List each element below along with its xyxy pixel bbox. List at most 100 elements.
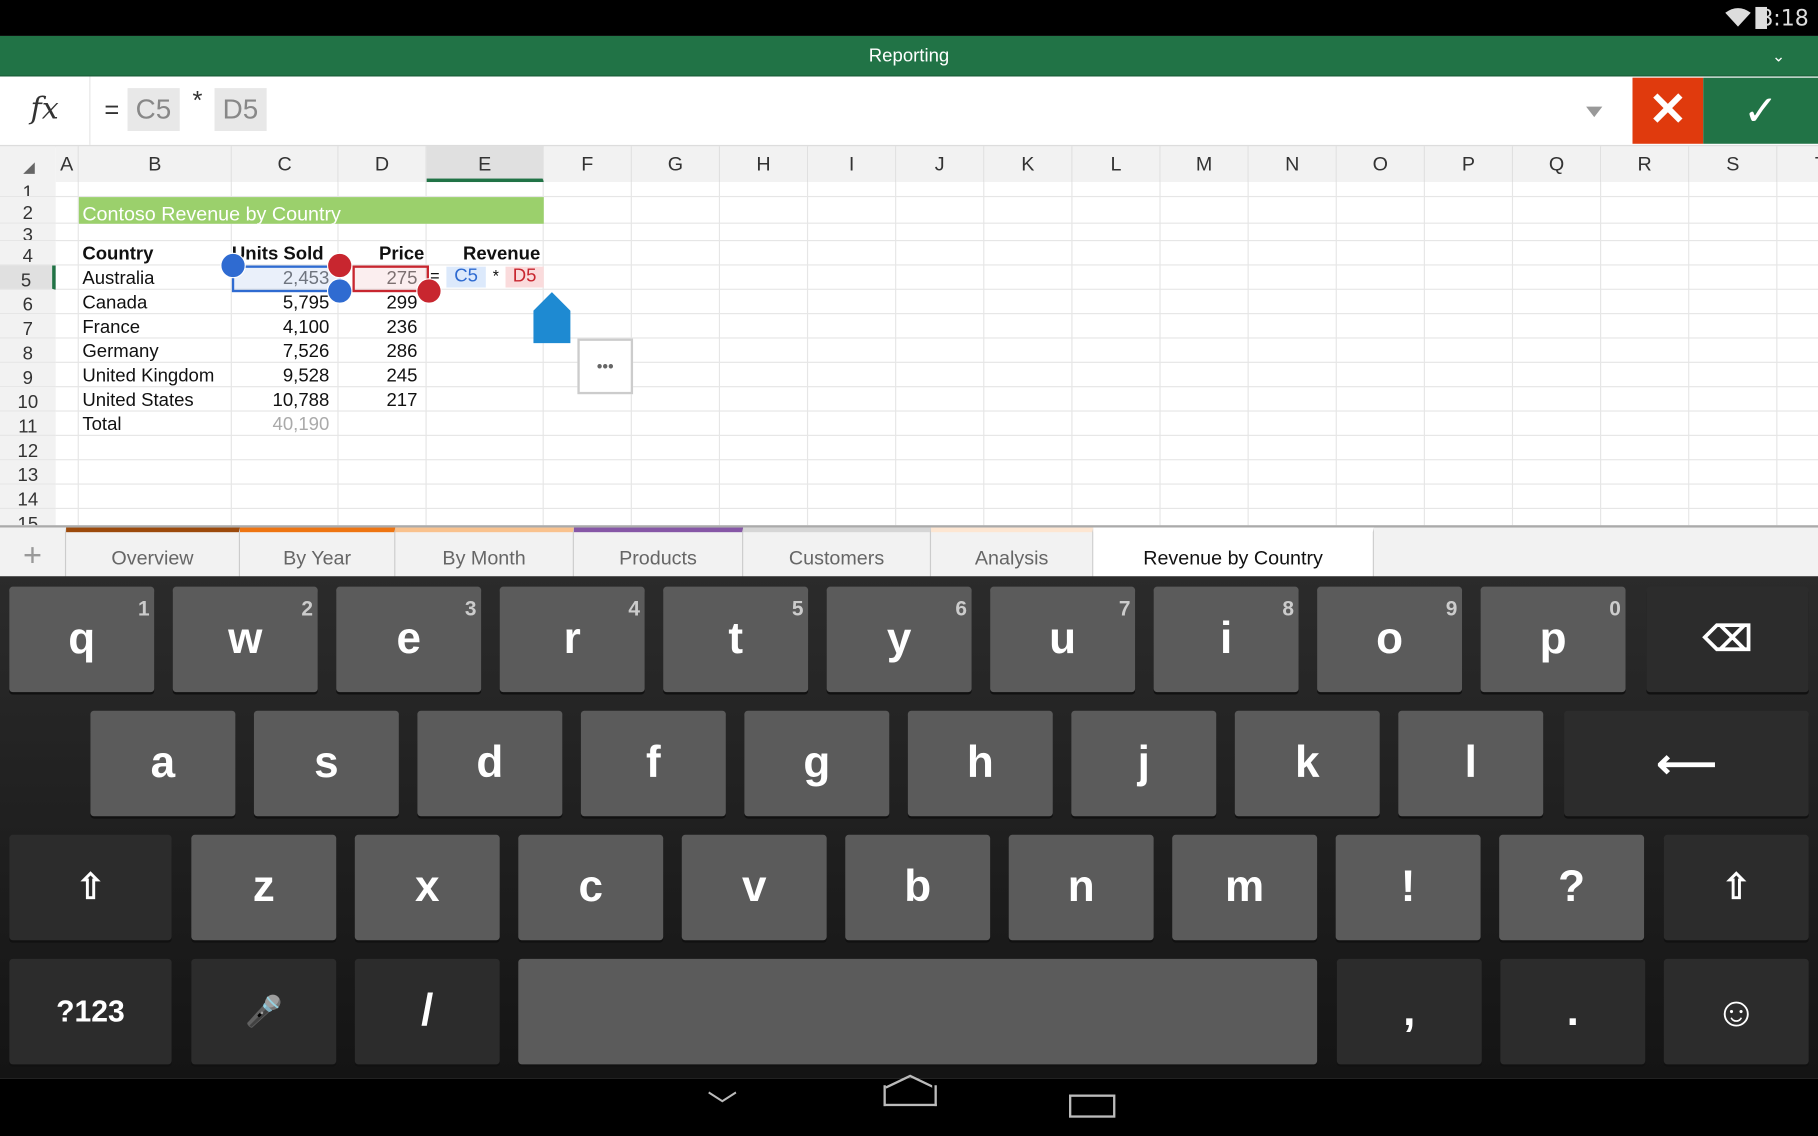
edit-ref-c5[interactable]: C5: [446, 266, 486, 288]
cell-country[interactable]: France: [82, 314, 230, 338]
key-j[interactable]: j: [1071, 710, 1217, 817]
key-r[interactable]: r4: [499, 586, 645, 693]
column-header-d[interactable]: D: [338, 146, 427, 183]
edit-ref-d5[interactable]: D5: [505, 266, 544, 288]
row-header-15[interactable]: 15: [0, 508, 56, 526]
chevron-down-icon[interactable]: ⌄: [1772, 36, 1786, 77]
selection-handle[interactable]: [220, 252, 246, 279]
column-header-k[interactable]: K: [984, 146, 1073, 183]
column-header-i[interactable]: I: [808, 146, 897, 183]
key-y[interactable]: y6: [826, 586, 972, 693]
cell-country[interactable]: Germany: [82, 339, 230, 363]
select-all-corner[interactable]: [0, 146, 56, 183]
column-header-h[interactable]: H: [720, 146, 809, 183]
key-h[interactable]: h: [907, 710, 1053, 817]
key-o[interactable]: o9: [1317, 586, 1463, 693]
cell-units[interactable]: 9,528: [232, 363, 329, 387]
column-header-m[interactable]: M: [1160, 146, 1249, 183]
key-a[interactable]: a: [90, 710, 236, 817]
row-header-14[interactable]: 14: [0, 484, 56, 509]
cell-units[interactable]: 4,100: [232, 314, 329, 338]
cell-price[interactable]: 286: [339, 339, 417, 363]
function-icon[interactable]: fx: [0, 76, 91, 145]
row-header-10[interactable]: 10: [0, 387, 56, 412]
key-i[interactable]: i8: [1153, 586, 1299, 693]
symbols-key[interactable]: ?123: [9, 958, 172, 1065]
back-icon[interactable]: ﹀: [707, 1083, 737, 1126]
column-header-n[interactable]: N: [1248, 146, 1337, 183]
column-header-o[interactable]: O: [1336, 146, 1425, 183]
column-header-p[interactable]: P: [1424, 146, 1514, 183]
column-header-l[interactable]: L: [1072, 146, 1161, 183]
shift-key-right[interactable]: ⇧: [1663, 834, 1809, 941]
title-bar[interactable]: Reporting ⌄: [0, 35, 1818, 77]
cell-country[interactable]: United Kingdom: [82, 363, 230, 387]
expand-formula-icon[interactable]: [1586, 106, 1603, 118]
key-g[interactable]: g: [744, 710, 890, 817]
row-header-9[interactable]: 9: [0, 362, 56, 388]
more-options-button[interactable]: •••: [577, 338, 634, 395]
key-z[interactable]: z: [191, 834, 337, 941]
text-cursor-handle[interactable]: [533, 292, 571, 344]
cell-country[interactable]: United States: [82, 387, 230, 411]
header-country[interactable]: Country: [82, 241, 230, 265]
key-e[interactable]: e3: [336, 586, 482, 693]
total-units[interactable]: 40,190: [232, 412, 330, 436]
emoji-key[interactable]: ☺: [1663, 958, 1809, 1065]
key-v[interactable]: v: [681, 834, 827, 941]
recents-icon[interactable]: [1069, 1094, 1116, 1118]
header-revenue[interactable]: Revenue: [427, 241, 540, 265]
column-header-r[interactable]: R: [1601, 146, 1690, 183]
column-header-a[interactable]: A: [55, 146, 79, 183]
space-key[interactable]: [518, 958, 1318, 1065]
column-header-q[interactable]: Q: [1513, 146, 1602, 183]
key-exclamation[interactable]: !: [1335, 834, 1481, 941]
add-sheet-button[interactable]: +: [0, 527, 67, 579]
key-t[interactable]: t5: [663, 586, 809, 693]
tab-products[interactable]: Products: [573, 527, 744, 579]
period-key[interactable]: .: [1500, 958, 1646, 1065]
column-header-e[interactable]: E: [426, 146, 544, 183]
row-header-4[interactable]: 4: [0, 241, 56, 266]
slash-key[interactable]: /: [354, 958, 500, 1065]
key-u[interactable]: u7: [990, 586, 1136, 693]
tab-by-year[interactable]: By Year: [240, 527, 396, 579]
column-header-j[interactable]: J: [896, 146, 985, 183]
row-header-7[interactable]: 7: [0, 314, 56, 339]
mic-key[interactable]: 🎤: [191, 958, 337, 1065]
key-k[interactable]: k: [1234, 710, 1380, 817]
header-units[interactable]: Units Sold: [232, 241, 334, 265]
row-header-13[interactable]: 13: [0, 460, 56, 485]
tab-revenue-by-country[interactable]: Revenue by Country: [1093, 527, 1374, 579]
row-header-2[interactable]: 2: [0, 197, 56, 224]
row-header-11[interactable]: 11: [0, 411, 56, 436]
selection-handle[interactable]: [326, 278, 353, 304]
selection-handle[interactable]: [326, 252, 353, 279]
cell-units[interactable]: 7,526: [232, 339, 329, 363]
spreadsheet-grid[interactable]: ABCDEFGHIJKLMNOPQRST12345678910111213141…: [0, 146, 1818, 526]
key-d[interactable]: d: [417, 710, 563, 817]
key-w[interactable]: w2: [172, 586, 318, 693]
cell-country[interactable]: Australia: [82, 266, 230, 290]
formula-ref-c5[interactable]: C5: [127, 88, 180, 132]
key-x[interactable]: x: [354, 834, 500, 941]
key-b[interactable]: b: [845, 834, 991, 941]
accept-button[interactable]: ✓: [1703, 77, 1818, 144]
cell-price[interactable]: 236: [339, 314, 417, 338]
key-s[interactable]: s: [253, 710, 399, 817]
backspace-key[interactable]: ⌫: [1646, 586, 1809, 693]
column-header-b[interactable]: B: [78, 146, 232, 183]
key-p[interactable]: p0: [1480, 586, 1626, 693]
cell-units[interactable]: 5,795: [232, 290, 329, 314]
shift-key-left[interactable]: ⇧: [9, 834, 172, 941]
column-header-f[interactable]: F: [543, 146, 632, 183]
cell-units[interactable]: 10,788: [232, 387, 330, 411]
column-header-s[interactable]: S: [1689, 146, 1778, 183]
row-header-3[interactable]: 3: [0, 223, 56, 242]
key-l[interactable]: l: [1398, 710, 1544, 817]
cell-price[interactable]: 217: [339, 387, 417, 411]
key-c[interactable]: c: [518, 834, 664, 941]
row-header-12[interactable]: 12: [0, 435, 56, 461]
tab-overview[interactable]: Overview: [66, 527, 241, 579]
row-header-6[interactable]: 6: [0, 289, 56, 315]
